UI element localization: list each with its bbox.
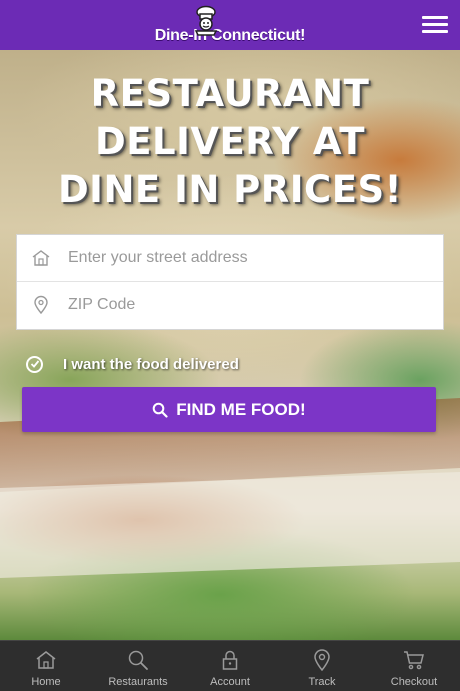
street-address-input[interactable] — [66, 248, 400, 268]
lock-icon — [222, 650, 238, 670]
nav-item-track[interactable]: Track — [276, 641, 368, 691]
nav-label-track: Track — [308, 676, 336, 688]
check-circle-icon — [26, 355, 43, 373]
nav-label-home: Home — [31, 676, 61, 688]
app-logo[interactable]: Dine-In Connecticut! — [0, 0, 460, 50]
logo-text: Dine-In Connecticut! — [154, 27, 306, 44]
find-me-food-button[interactable]: FIND ME FOOD! — [22, 387, 436, 432]
search-icon — [152, 402, 168, 418]
nav-label-checkout: Checkout — [390, 676, 438, 688]
search-icon — [128, 650, 148, 670]
map-pin-icon — [34, 295, 48, 315]
find-me-food-label: FIND ME FOOD! — [176, 399, 306, 419]
hamburger-menu-icon[interactable] — [422, 16, 448, 34]
top-bar: Dine-In Connecticut! — [0, 0, 460, 50]
delivery-checkbox-label: I want the food delivered — [63, 355, 239, 373]
hero-headline: RESTAURANT DELIVERY AT DINE IN PRICES! — [0, 70, 460, 214]
headline-line-1: RESTAURANT — [90, 72, 370, 115]
delivery-checkbox[interactable]: I want the food delivered — [26, 354, 239, 374]
nav-item-account[interactable]: Account — [184, 641, 276, 691]
nav-label-account: Account — [210, 676, 250, 688]
nav-item-restaurants[interactable]: Restaurants — [92, 641, 184, 691]
map-pin-icon — [314, 649, 330, 672]
home-icon — [36, 651, 56, 669]
address-form — [16, 234, 444, 330]
address-field — [17, 235, 443, 282]
nav-item-checkout[interactable]: Checkout — [368, 641, 460, 691]
chef-logo-icon — [194, 5, 218, 36]
nav-label-restaurants: Restaurants — [108, 676, 168, 688]
headline-line-3: DINE IN PRICES! — [57, 168, 403, 211]
zip-code-input[interactable] — [66, 295, 400, 315]
home-icon — [32, 250, 50, 266]
cart-icon — [404, 651, 424, 670]
zip-field — [17, 282, 443, 328]
headline-line-2: DELIVERY AT — [95, 120, 365, 163]
bottom-navigation: Home Restaurants Account Track Checkout — [0, 640, 460, 691]
nav-item-home[interactable]: Home — [0, 641, 92, 691]
